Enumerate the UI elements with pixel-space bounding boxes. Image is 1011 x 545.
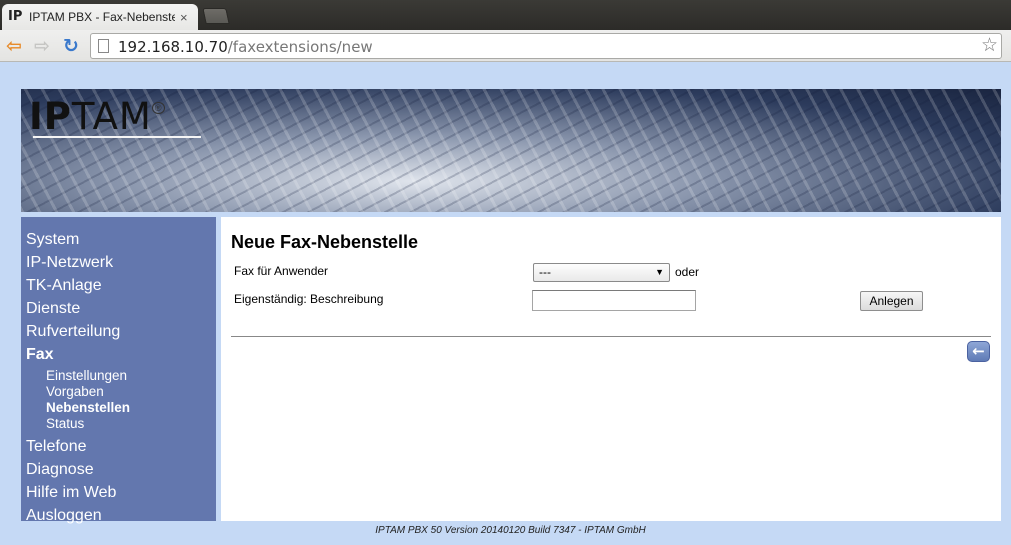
star-icon[interactable]: ☆ bbox=[981, 34, 998, 57]
tab-title: IPTAM PBX - Fax-Nebenstelle bbox=[29, 10, 175, 24]
divider bbox=[231, 336, 991, 337]
sidebar-item-diagnose[interactable]: Diagnose bbox=[21, 460, 216, 483]
sidebar-item-rufverteilung[interactable]: Rufverteilung bbox=[21, 322, 216, 345]
header-banner: IPTAM ® bbox=[21, 89, 1001, 212]
sidebar-nav: System IP-Netzwerk TK-Anlage Dienste Ruf… bbox=[21, 217, 216, 524]
create-button[interactable]: Anlegen bbox=[860, 291, 923, 311]
new-tab-button[interactable] bbox=[202, 8, 230, 24]
address-bar[interactable]: 192.168.10.70/faxextensions/new ☆ bbox=[90, 33, 1002, 59]
url-host: 192.168.10.70 bbox=[118, 38, 228, 56]
sidebar-item-tk-anlage[interactable]: TK-Anlage bbox=[21, 276, 216, 299]
sidebar-item-fax[interactable]: Fax bbox=[21, 345, 216, 368]
reload-icon[interactable]: ↻ bbox=[60, 35, 82, 57]
sidebar-subitem-status[interactable]: Status bbox=[21, 416, 216, 432]
sidebar-subitem-vorgaben[interactable]: Vorgaben bbox=[21, 384, 216, 400]
page-icon bbox=[98, 39, 109, 53]
logo-text-rest: TAM bbox=[71, 95, 152, 138]
description-input[interactable] bbox=[532, 290, 696, 311]
sidebar-subitem-nebenstellen[interactable]: Nebenstellen bbox=[21, 400, 216, 416]
fax-user-label: Fax für Anwender bbox=[234, 264, 329, 278]
fax-user-select[interactable]: --- ▼ bbox=[533, 263, 670, 282]
back-arrow-icon[interactable]: ← bbox=[967, 341, 990, 362]
back-arrow-icon[interactable]: ⇦ bbox=[3, 35, 25, 57]
iptam-favicon-icon: IP bbox=[8, 9, 23, 24]
browser-tabstrip: IP IPTAM PBX - Fax-Nebenstelle × bbox=[0, 0, 1011, 30]
forward-arrow-icon[interactable]: ⇨ bbox=[31, 35, 53, 57]
sidebar-item-dienste[interactable]: Dienste bbox=[21, 299, 216, 322]
main-content: Neue Fax-Nebenstelle Fax für Anwender --… bbox=[221, 217, 1001, 521]
browser-tab[interactable]: IP IPTAM PBX - Fax-Nebenstelle × bbox=[2, 4, 198, 30]
url-path: /faxextensions/new bbox=[227, 38, 373, 56]
sidebar-item-ip-netzwerk[interactable]: IP-Netzwerk bbox=[21, 253, 216, 276]
sidebar-item-system[interactable]: System bbox=[21, 230, 216, 253]
sidebar-item-hilfe-im-web[interactable]: Hilfe im Web bbox=[21, 483, 216, 506]
tab-close-icon[interactable]: × bbox=[180, 10, 188, 25]
logo-registered-mark: ® bbox=[151, 102, 165, 114]
url-text[interactable]: 192.168.10.70/faxextensions/new bbox=[118, 38, 373, 56]
browser-toolbar: ⇦ ⇨ ↻ 192.168.10.70/faxextensions/new ☆ bbox=[0, 30, 1011, 62]
or-text: oder bbox=[675, 265, 700, 279]
logo-text-bold: IP bbox=[29, 95, 72, 138]
iptam-logo: IPTAM ® bbox=[29, 95, 201, 138]
fax-user-select-value: --- bbox=[539, 265, 551, 279]
page-title: Neue Fax-Nebenstelle bbox=[231, 232, 419, 252]
sidebar-item-telefone[interactable]: Telefone bbox=[21, 437, 216, 460]
sidebar-subitem-einstellungen[interactable]: Einstellungen bbox=[21, 368, 216, 384]
footer-version: IPTAM PBX 50 Version 20140120 Build 7347… bbox=[375, 525, 646, 536]
description-label: Eigenständig: Beschreibung bbox=[234, 292, 384, 306]
dropdown-arrow-icon: ▼ bbox=[655, 267, 664, 277]
